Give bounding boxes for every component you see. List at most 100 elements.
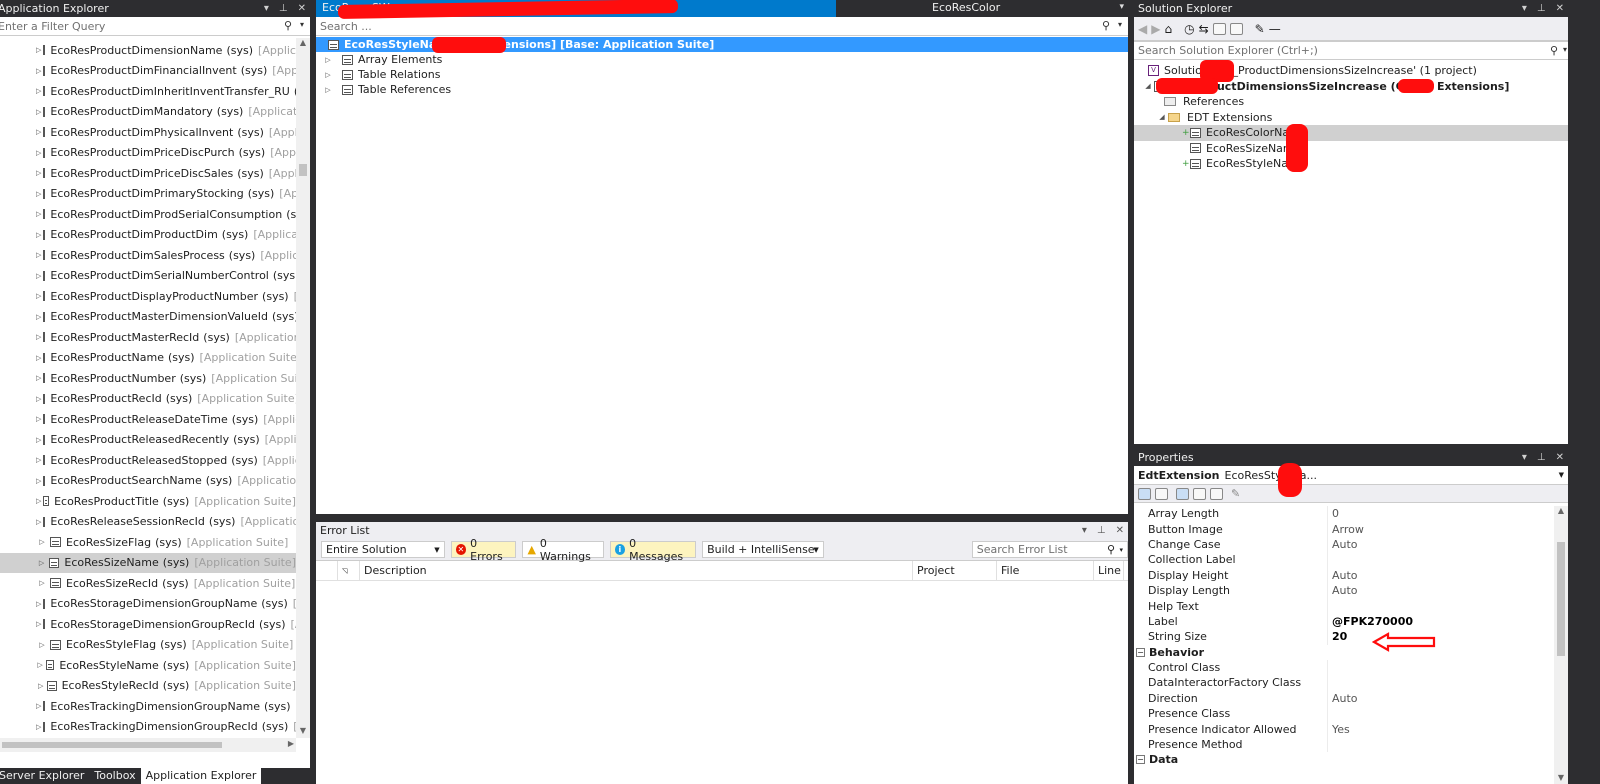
filter-query-input[interactable]: Enter a Filter Query (0, 20, 105, 33)
collapse-icon[interactable]: − (1136, 647, 1145, 657)
app-explorer-item[interactable]: ▷ EcoResProductDimFinancialInvent (sys) [Ap… (0, 61, 296, 82)
home-icon[interactable]: ⌂ (1164, 22, 1172, 36)
column-project[interactable]: Project (913, 560, 997, 581)
expand-icon[interactable]: ▷ (322, 86, 334, 94)
app-explorer-item[interactable]: ▷EcoResStorageDimensionGroupRecId(sys)[A… (0, 614, 296, 635)
search-icon[interactable]: ⚲ (1550, 44, 1558, 57)
history-icon[interactable]: ◷ (1184, 22, 1194, 36)
app-explorer-item[interactable]: ▷ EcoResProductDimPrimaryStocking (sys) [Ap… (0, 184, 296, 205)
expand-icon[interactable]: ▷ (36, 354, 41, 362)
edt-file-node[interactable]: + EcoResColorName (1134, 125, 1568, 141)
property-row[interactable]: Help Text (1134, 598, 1554, 614)
property-row[interactable]: Label @FPK270000 (1134, 613, 1554, 630)
property-row[interactable]: Display Height Auto (1134, 567, 1554, 583)
scrollbar-thumb[interactable] (299, 164, 307, 176)
expand-icon[interactable]: ▷ (36, 374, 41, 382)
property-value[interactable]: 0 (1328, 507, 1339, 520)
property-row[interactable]: Collection Label (1134, 552, 1554, 568)
property-row[interactable]: Presence Class (1134, 706, 1554, 722)
app-explorer-item[interactable]: ▷ EcoResReleaseSessionRecId (sys) [Applicat… (0, 512, 296, 533)
wrench-icon[interactable]: ✎ (1231, 487, 1240, 500)
scrollbar-thumb[interactable] (1557, 542, 1565, 656)
tab-overflow-icon[interactable]: ▾ (1119, 2, 1124, 12)
app-explorer-item[interactable]: ▷ EcoResProductDimPhysicalInvent (sys) [App… (0, 122, 296, 143)
properties-scrollbar[interactable]: ▲ ▼ (1554, 506, 1568, 784)
scope-dropdown[interactable]: Entire Solution ▼ (321, 541, 445, 558)
property-row[interactable]: Presence Indicator Allowed Yes (1134, 721, 1554, 737)
messages-filter-button[interactable]: i 0 Messages (609, 537, 697, 563)
dropdown-icon[interactable]: ▾ (1522, 3, 1527, 14)
error-list-titlebar[interactable]: Error List ▾ ⊥ ✕ (316, 522, 1128, 539)
property-row[interactable]: String Size 20 (1134, 629, 1554, 645)
tab-toolbox[interactable]: Toolbox (89, 768, 140, 784)
scroll-down-arrow[interactable]: ▼ (1554, 773, 1568, 782)
error-list-search-input[interactable]: Search Error List (977, 543, 1068, 556)
app-explorer-item[interactable]: ▷ EcoResProductSearchName (sys) [Applicatio… (0, 471, 296, 492)
show-all-files-icon[interactable] (1229, 22, 1243, 35)
chevron-down-icon[interactable]: ▼ (1559, 471, 1564, 479)
expand-icon[interactable]: ▷ (36, 313, 41, 321)
expand-icon[interactable]: ▷ (36, 723, 41, 731)
close-icon[interactable]: ✕ (298, 3, 306, 14)
app-explorer-item[interactable]: ▷ EcoResProductDimInheritInventTransfer_R… (0, 81, 296, 102)
app-explorer-item[interactable]: ▷EcoResProductDisplayProductNumber(sys)[… (0, 286, 296, 307)
app-explorer-item[interactable]: ▷ EcoResProductDimSalesProcess (sys) [Appli… (0, 245, 296, 266)
scroll-up-arrow[interactable]: ▲ (1554, 506, 1568, 515)
property-value[interactable]: Auto (1328, 692, 1358, 705)
column-file[interactable]: File (997, 560, 1094, 581)
expand-icon[interactable]: ▷ (36, 108, 41, 116)
close-icon[interactable]: ✕ (1556, 452, 1564, 463)
forward-icon[interactable]: ▶ (1151, 22, 1160, 36)
app-explorer-item[interactable]: ▷ EcoResProductName (sys) [Application Suit… (0, 348, 296, 369)
app-explorer-item[interactable]: ▷ EcoResStyleName (sys) [Application Suite] (0, 655, 296, 676)
property-row[interactable]: Button Image Arrow (1134, 521, 1554, 537)
tab-server-explorer[interactable]: Server Explorer (0, 768, 89, 784)
edt-extensions-folder[interactable]: ◢ EDT Extensions (1134, 110, 1568, 126)
minus-icon[interactable]: — (1269, 22, 1281, 36)
app-explorer-item[interactable]: ▷ EcoResProductDimProdSerialConsumption (s… (0, 204, 296, 225)
app-explorer-item[interactable]: ▷ EcoResProductMasterDimensionValueId (sys… (0, 307, 296, 328)
error-list-search-box[interactable]: Search Error List ⚲ ▾ (971, 541, 1128, 558)
expand-icon[interactable]: ▷ (36, 456, 41, 464)
expand-icon[interactable]: ▷ (36, 600, 41, 608)
search-icon[interactable]: ⚲ (1107, 543, 1115, 556)
search-icon[interactable]: ⚲ (284, 19, 292, 32)
expand-icon[interactable]: ▷ (36, 661, 44, 669)
scroll-right-arrow[interactable]: ▶ (288, 739, 294, 748)
solution-explorer-titlebar[interactable]: Solution Explorer ▾ ⊥ ✕ (1134, 0, 1568, 17)
app-explorer-item[interactable]: ▷ EcoResProductReleaseDateTime (sys) [Appli… (0, 409, 296, 430)
designer-child-node[interactable]: ▷ Array Elements (316, 52, 1128, 67)
app-explorer-item[interactable]: ▷ EcoResSizeName (sys) [Application Suite] (0, 552, 296, 573)
property-value[interactable]: Auto (1328, 569, 1358, 582)
property-value[interactable]: @FPK270000 (1328, 615, 1413, 628)
expand-icon[interactable]: ▷ (322, 56, 334, 64)
app-explorer-item[interactable]: ▷EcoResStorageDimensionGroupName(sys)[Ap… (0, 594, 296, 615)
property-row[interactable]: Direction Auto (1134, 690, 1554, 707)
edt-file-node[interactable]: + EcoResStyleName (1134, 156, 1568, 172)
property-row[interactable]: DataInteractorFactory Class (1134, 675, 1554, 691)
warnings-filter-button[interactable]: ▲ 0 Warnings (522, 537, 604, 563)
dropdown-icon[interactable]: ▾ (1082, 525, 1087, 536)
scroll-up-arrow[interactable]: ▲ (296, 38, 310, 50)
designer-child-node[interactable]: ▷ Table References (316, 82, 1128, 97)
chevron-down-icon[interactable]: ▾ (1118, 20, 1122, 29)
app-explorer-item[interactable]: ▷ EcoResProductDimPriceDiscPurch (sys) [App… (0, 143, 296, 164)
expand-icon[interactable]: ▷ (36, 436, 41, 444)
expand-icon[interactable]: ▷ (36, 497, 41, 505)
vertical-scrollbar[interactable]: ▲ ▼ (296, 38, 310, 738)
chevron-down-icon[interactable]: ▾ (300, 20, 304, 29)
collapse-icon[interactable]: ◢ (1156, 113, 1168, 121)
column-sort[interactable]: ◹ (338, 560, 360, 581)
edt-file-node[interactable]: EcoResSizeName (1134, 141, 1568, 157)
close-icon[interactable]: ✕ (1116, 525, 1124, 536)
property-row[interactable]: Presence Method (1134, 736, 1554, 753)
expand-icon[interactable]: ▷ (36, 579, 48, 587)
app-explorer-item[interactable]: ▷ EcoResProductDimensionName(sys) [Applica… (0, 40, 296, 61)
property-value[interactable]: Auto (1328, 538, 1358, 551)
property-value[interactable]: 20 (1328, 630, 1347, 643)
designer-search-input[interactable]: Search ... (320, 20, 372, 33)
expand-icon[interactable]: ▷ (36, 46, 41, 54)
wrench-icon[interactable]: ✎ (1255, 22, 1265, 36)
expand-icon[interactable]: ▷ (322, 71, 334, 79)
app-explorer-item[interactable]: ▷EcoResTrackingDimensionGroupName(sys)[A… (0, 696, 296, 717)
